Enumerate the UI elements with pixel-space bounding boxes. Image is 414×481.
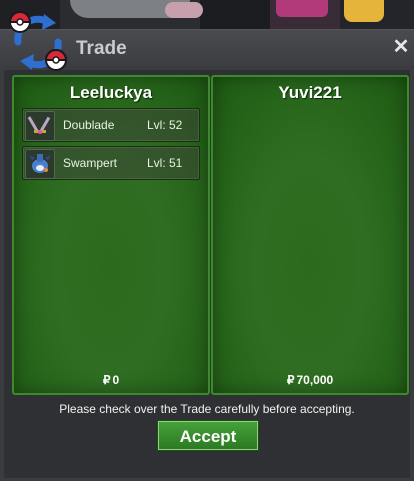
right-trader-panel: Yuvi221 ₽70,000 [211, 75, 409, 395]
background-sprite [344, 0, 384, 22]
pokemon-name: Swampert [63, 156, 118, 170]
trade-logo-icon [8, 11, 68, 71]
window-title: Trade [76, 38, 127, 59]
game-screen: Trade ✕ Leeluckya Doublade Lvl: 52 Swamp… [0, 0, 414, 481]
close-icon[interactable]: ✕ [392, 37, 410, 57]
trade-notice: Please check over the Trade carefully be… [59, 402, 355, 416]
pokemon-level: Lvl: 52 [147, 118, 183, 132]
pokemon-level: Lvl: 51 [147, 156, 183, 170]
pokemon-slot[interactable]: Swampert Lvl: 51 [22, 146, 200, 180]
left-trader-panel: Leeluckya Doublade Lvl: 52 Swampert Lvl:… [12, 75, 210, 395]
background-sprite [165, 2, 203, 18]
doublade-icon [25, 111, 55, 141]
pokedollar-icon: ₽ [102, 373, 111, 387]
left-trader-name: Leeluckya [69, 83, 153, 102]
pokemon-name: Doublade [63, 118, 115, 132]
pokemon-slot[interactable]: Doublade Lvl: 52 [22, 108, 200, 142]
background-sprite [276, 0, 328, 17]
right-trader-name: Yuvi221 [278, 83, 342, 102]
right-money-amount: 70,000 [296, 373, 334, 387]
left-money-amount: 0 [112, 373, 120, 387]
left-trader-money: ₽0 [14, 373, 208, 387]
right-trader-money: ₽70,000 [213, 373, 407, 387]
swampert-icon [25, 149, 55, 179]
pokedollar-icon: ₽ [286, 373, 295, 387]
accept-button[interactable]: Accept [158, 421, 258, 450]
